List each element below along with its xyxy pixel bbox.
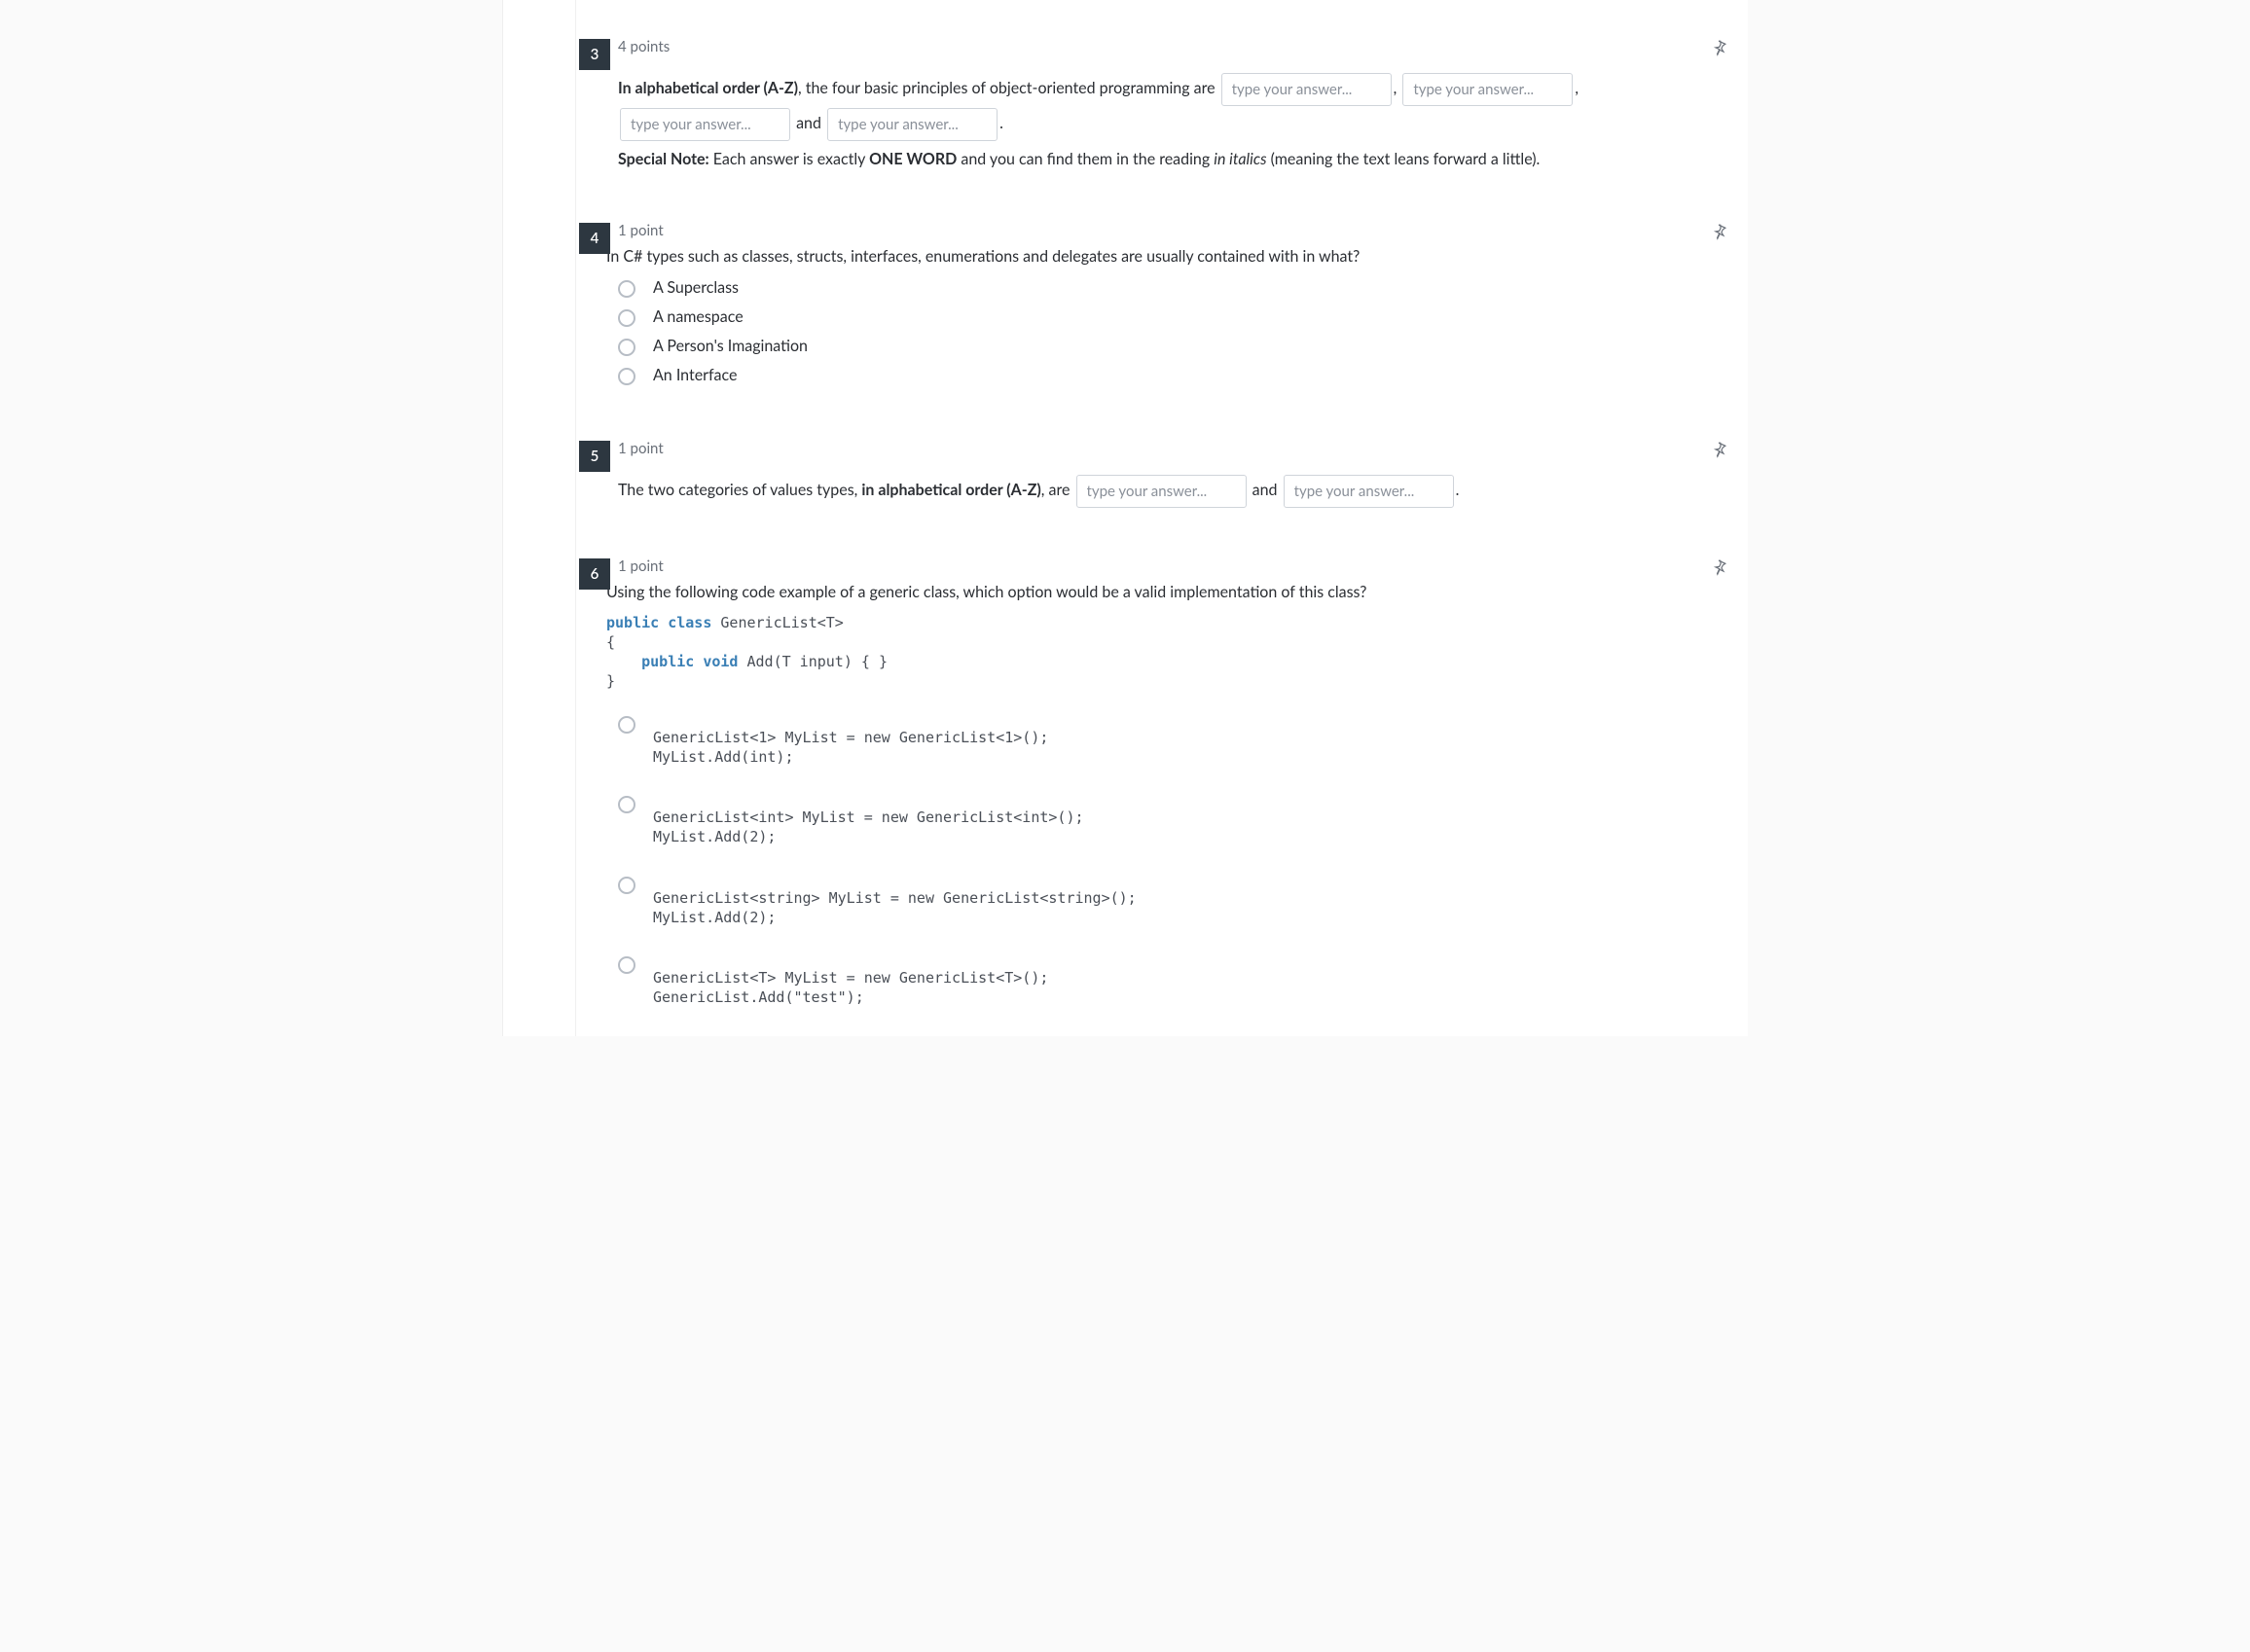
- code-text: Add(T input) { }: [738, 653, 888, 670]
- radio-button[interactable]: [618, 796, 635, 813]
- radio-button[interactable]: [618, 877, 635, 894]
- note-text-3: (meaning the text leans forward a little…: [1267, 150, 1541, 168]
- prompt-bold: in alphabetical order (A-Z): [861, 481, 1040, 499]
- radio-button[interactable]: [618, 280, 635, 298]
- radio-button[interactable]: [618, 309, 635, 327]
- choice-row[interactable]: GenericList<1> MyList = new GenericList<…: [618, 709, 1709, 772]
- choice-row[interactable]: A Person's Imagination: [618, 332, 1709, 361]
- sep-and: and: [1252, 481, 1278, 499]
- code-kw: public void: [641, 653, 738, 670]
- note-text-1: Each answer is exactly: [709, 150, 869, 168]
- question-number-badge: 6: [579, 558, 610, 590]
- code-text: GenericList<T>: [711, 614, 843, 631]
- points-label: 1 point: [618, 557, 1709, 575]
- note-italics: in italics: [1214, 150, 1266, 168]
- prompt-pre: The two categories of values types,: [618, 481, 861, 499]
- question-number-badge: 4: [579, 223, 610, 254]
- points-label: 1 point: [618, 440, 1709, 457]
- question-number-badge: 5: [579, 441, 610, 472]
- choice-label: A Superclass: [653, 278, 739, 297]
- points-label: 4 points: [618, 38, 1709, 55]
- question-4: 4 1 point In C# types such as classes, s…: [503, 196, 1748, 413]
- question-prompt: In alphabetical order (A-Z), the four ba…: [618, 71, 1709, 141]
- answer-input-2[interactable]: [1402, 73, 1573, 106]
- prompt-lead: In alphabetical order (A-Z): [618, 79, 798, 97]
- quiz-page: 3 4 points In alphabetical order (A-Z), …: [502, 0, 1748, 1036]
- sep-comma-1: ,: [1394, 79, 1397, 97]
- prompt-mid: , the four basic principles of object-or…: [798, 79, 1216, 97]
- choice-list: A Superclass A namespace A Person's Imag…: [618, 273, 1709, 390]
- code-text: {: [606, 633, 615, 651]
- choice-code: GenericList<T> MyList = new GenericList<…: [653, 954, 1048, 1008]
- question-text: Using the following code example of a ge…: [606, 583, 1709, 601]
- question-text: In C# types such as classes, structs, in…: [606, 247, 1709, 266]
- question-6: 6 1 point Using the following code examp…: [503, 531, 1748, 1036]
- code-example: public class GenericList<T> { public voi…: [606, 613, 1709, 692]
- choice-code: GenericList<string> MyList = new Generic…: [653, 875, 1137, 928]
- pin-icon[interactable]: [1711, 558, 1728, 576]
- choice-row[interactable]: GenericList<T> MyList = new GenericList<…: [618, 950, 1709, 1013]
- sep-and: and: [796, 114, 821, 132]
- prompt-post: , are: [1041, 481, 1071, 499]
- choice-code: GenericList<1> MyList = new GenericList<…: [653, 714, 1048, 768]
- answer-input-2[interactable]: [1284, 475, 1454, 508]
- choice-label: A namespace: [653, 307, 744, 326]
- points-label: 1 point: [618, 222, 1709, 239]
- question-3: 3 4 points In alphabetical order (A-Z), …: [503, 12, 1748, 196]
- radio-button[interactable]: [618, 368, 635, 385]
- choice-list: GenericList<1> MyList = new GenericList<…: [618, 709, 1709, 1013]
- sep-period: .: [999, 114, 1003, 132]
- note-oneword: ONE WORD: [869, 150, 957, 168]
- radio-button[interactable]: [618, 339, 635, 356]
- choice-row[interactable]: GenericList<int> MyList = new GenericLis…: [618, 789, 1709, 852]
- question-5: 5 1 point The two categories of values t…: [503, 413, 1748, 531]
- answer-input-3[interactable]: [620, 108, 790, 141]
- special-note: Special Note: Each answer is exactly ONE…: [618, 147, 1709, 172]
- answer-input-1[interactable]: [1221, 73, 1392, 106]
- code-kw: public class: [606, 614, 711, 631]
- pin-icon[interactable]: [1711, 223, 1728, 240]
- code-text: }: [606, 672, 615, 690]
- question-prompt: The two categories of values types, in a…: [618, 473, 1709, 508]
- answer-input-1[interactable]: [1076, 475, 1247, 508]
- choice-label: An Interface: [653, 366, 737, 384]
- question-number-badge: 3: [579, 39, 610, 70]
- note-lead: Special Note:: [618, 150, 709, 168]
- choice-row[interactable]: A Superclass: [618, 273, 1709, 303]
- pin-icon[interactable]: [1711, 39, 1728, 56]
- choice-label: A Person's Imagination: [653, 337, 808, 355]
- radio-button[interactable]: [618, 716, 635, 734]
- answer-input-4[interactable]: [827, 108, 998, 141]
- sep-comma-2: ,: [1575, 79, 1579, 97]
- choice-code: GenericList<int> MyList = new GenericLis…: [653, 794, 1084, 847]
- pin-icon[interactable]: [1711, 441, 1728, 458]
- sep-period: .: [1456, 481, 1460, 499]
- choice-row[interactable]: A namespace: [618, 303, 1709, 332]
- note-text-2: and you can find them in the reading: [957, 150, 1214, 168]
- radio-button[interactable]: [618, 956, 635, 974]
- choice-row[interactable]: An Interface: [618, 361, 1709, 390]
- choice-row[interactable]: GenericList<string> MyList = new Generic…: [618, 870, 1709, 933]
